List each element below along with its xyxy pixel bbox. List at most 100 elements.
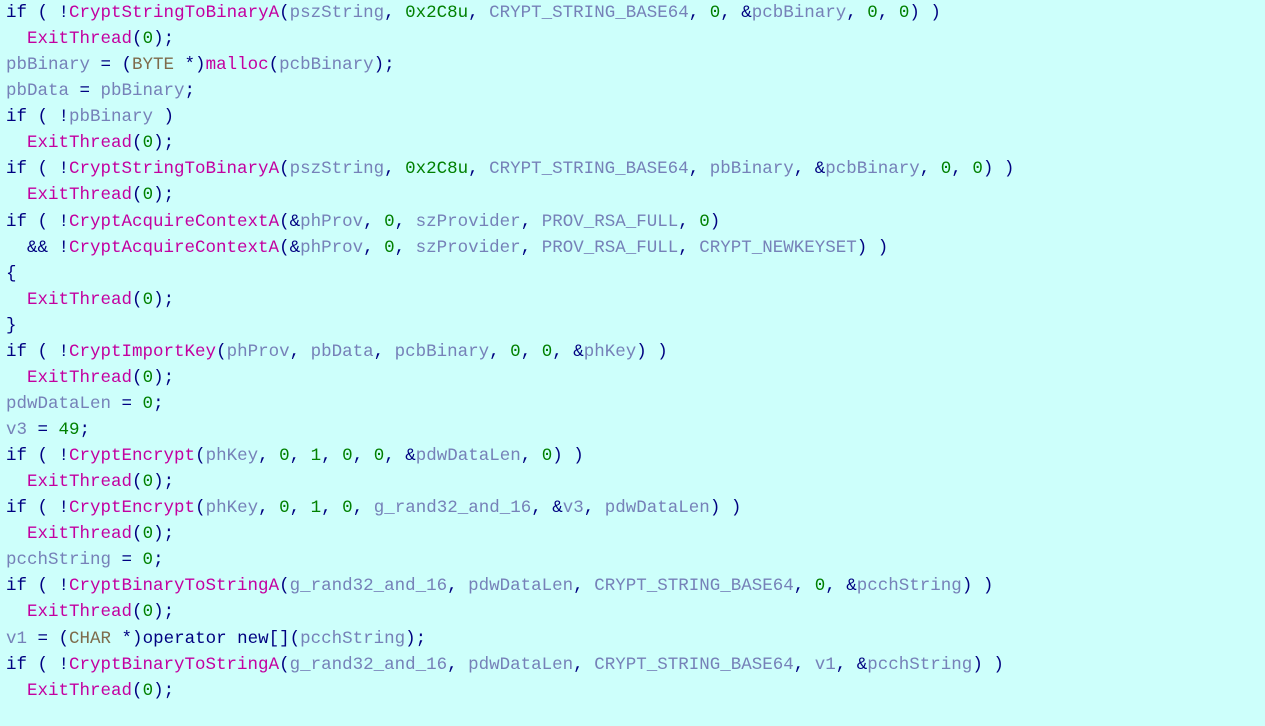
code-token: 0x2C8u <box>405 159 468 179</box>
code-token: if <box>6 446 27 466</box>
code-token: ) <box>920 3 941 23</box>
code-token: if <box>6 159 27 179</box>
code-token: 0 <box>143 602 154 622</box>
code-line: ExitThread(0); <box>6 599 1259 625</box>
decompiled-code-listing: if ( ! CryptStringToBinaryA ( pszString, 0x… <box>0 0 1265 708</box>
code-token: g_rand32_and_16 <box>290 655 448 675</box>
code-line: v1 = (CHAR *)operator new[](pcchString); <box>6 626 1259 652</box>
code-token: phProv <box>227 342 290 362</box>
code-line: pbBinary = (BYTE *)malloc(pcbBinary); <box>6 52 1259 78</box>
code-token: 0 <box>143 524 154 544</box>
code-token: , <box>878 3 899 23</box>
code-token: , <box>573 655 594 675</box>
code-token: CryptBinaryToStringA <box>69 655 279 675</box>
code-token: pbBinary <box>710 159 794 179</box>
code-token: pcbBinary <box>395 342 490 362</box>
code-token: CryptBinaryToStringA <box>69 576 279 596</box>
code-token: ExitThread <box>27 29 132 49</box>
code-line: pcchString = 0; <box>6 547 1259 573</box>
code-token <box>6 681 27 701</box>
code-token: 0 <box>143 290 154 310</box>
code-token: CRYPT_NEWKEYSET <box>699 238 857 258</box>
code-token: ( <box>132 29 143 49</box>
code-token: pdwDataLen <box>416 446 521 466</box>
code-token: , <box>290 342 311 362</box>
code-token: && ! <box>6 238 69 258</box>
code-token: 0 <box>143 550 154 570</box>
code-token: ); <box>153 472 174 492</box>
code-token: pbData <box>311 342 374 362</box>
code-token: ( ! <box>27 107 69 127</box>
code-token: 0 <box>143 472 154 492</box>
code-token: ); <box>153 602 174 622</box>
code-token: if <box>6 212 27 232</box>
code-token: CRYPT_STRING_BASE64 <box>594 576 794 596</box>
code-token: v3 <box>563 498 584 518</box>
code-token: g_rand32_and_16 <box>374 498 532 518</box>
code-token: if <box>6 3 27 23</box>
code-token: pcbBinary <box>752 3 847 23</box>
code-line: if ( !CryptImportKey(phProv, pbData, pcb… <box>6 339 1259 365</box>
code-token: ( ! <box>27 576 69 596</box>
code-token: , <box>951 159 972 179</box>
code-token: , <box>920 159 941 179</box>
code-line: ExitThread(0); <box>6 365 1259 391</box>
code-token: pbData <box>6 81 69 101</box>
code-token: , <box>521 342 542 362</box>
code-token: 0 <box>941 159 952 179</box>
code-token: = <box>69 81 101 101</box>
code-token: 0 <box>143 368 154 388</box>
code-token: ); <box>153 133 174 153</box>
code-token: 0 <box>384 238 395 258</box>
code-token: ( <box>132 290 143 310</box>
code-token: , <box>521 212 542 232</box>
code-token: = <box>27 420 59 440</box>
code-line: pdwDataLen = 0; <box>6 391 1259 417</box>
code-token: CryptStringToBinaryA <box>69 159 279 179</box>
code-token: szProvider <box>416 238 521 258</box>
code-line: ExitThread(0); <box>6 182 1259 208</box>
code-token: CryptEncrypt <box>69 446 195 466</box>
code-line: if ( !CryptBinaryToStringA(g_rand32_and_… <box>6 652 1259 678</box>
code-token: ( ! <box>27 498 69 518</box>
code-token: , <box>384 159 405 179</box>
code-token: 0 <box>510 342 521 362</box>
code-token: pcchString <box>6 550 111 570</box>
code-token: ExitThread <box>27 524 132 544</box>
code-token: malloc <box>206 55 269 75</box>
code-token: 0 <box>867 3 878 23</box>
code-token: phProv <box>300 238 363 258</box>
code-token: if <box>6 342 27 362</box>
code-token: phKey <box>206 446 259 466</box>
code-token: if <box>6 498 27 518</box>
code-token: 0 <box>899 3 910 23</box>
code-token: CRYPT_STRING_BASE64 <box>489 3 689 23</box>
code-token: , <box>689 3 710 23</box>
code-token: *) <box>111 629 143 649</box>
code-token: 0 <box>279 498 290 518</box>
code-token: CryptImportKey <box>69 342 216 362</box>
code-token: 0 <box>374 446 385 466</box>
code-token: 0 <box>710 3 721 23</box>
code-token: pszString <box>290 3 385 23</box>
code-token: ); <box>153 185 174 205</box>
code-token: PROV_RSA_FULL <box>542 238 679 258</box>
code-token: = <box>111 394 143 414</box>
code-token: ( <box>132 133 143 153</box>
code-token: , & <box>794 159 826 179</box>
code-token: ExitThread <box>27 472 132 492</box>
code-token: = ( <box>27 629 69 649</box>
code-token: pbBinary <box>69 107 153 127</box>
code-token: ) <box>153 107 174 127</box>
code-token: 0 <box>342 446 353 466</box>
code-line: if ( !pbBinary ) <box>6 104 1259 130</box>
code-token: ( ! <box>27 446 69 466</box>
code-token: ExitThread <box>27 290 132 310</box>
code-token: , <box>258 446 279 466</box>
code-token: phProv <box>300 212 363 232</box>
code-token: , & <box>552 342 584 362</box>
code-token: ( <box>132 472 143 492</box>
code-token: ( <box>195 498 206 518</box>
code-token: , <box>846 3 867 23</box>
code-token: pdwDataLen <box>6 394 111 414</box>
